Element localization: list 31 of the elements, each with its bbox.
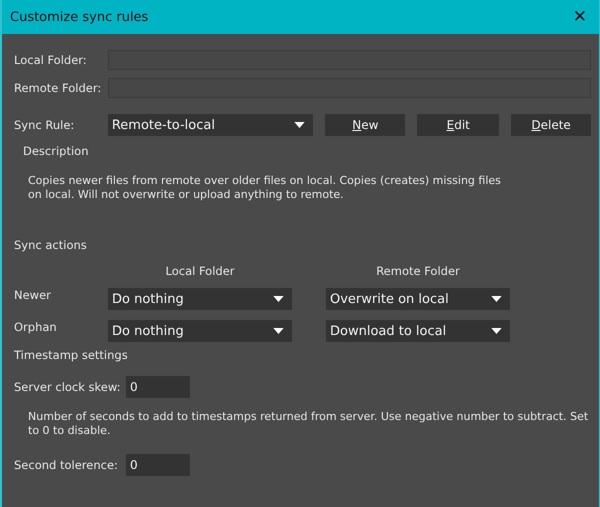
description-text: Copies newer files from remote over older files on local. Copies (creates) missing files on local. Will not overwrite or upload anything to remote.: [28, 174, 502, 202]
section-label: Sync actions: [14, 238, 88, 252]
dropdown[interactable]: Do nothing: [108, 288, 292, 310]
row-label: Orphan: [14, 320, 58, 334]
column-header: Local Folder: [164, 264, 236, 278]
row-label: Newer: [14, 288, 52, 302]
action-button[interactable]: Delete: [511, 114, 591, 136]
number-field[interactable]: 0: [126, 376, 190, 398]
action-button[interactable]: New: [325, 114, 406, 136]
dropdown[interactable]: Overwrite on local: [326, 288, 510, 310]
help-text: Number of seconds to add to timestamps returned from server. Use negative number to subtract. Set to 0 to disable.: [28, 410, 590, 438]
action-button[interactable]: Edit: [417, 114, 500, 136]
window-title: Customize sync rules: [10, 10, 148, 24]
number-field[interactable]: 0: [126, 454, 190, 476]
section-label: Timestamp settings: [14, 348, 129, 362]
dropdown[interactable]: Download to local: [326, 320, 510, 342]
column-header: Remote Folder: [375, 264, 461, 278]
field-label: Sync Rule:: [14, 118, 76, 132]
caret-icon: [273, 296, 284, 302]
field-label: Second tolerence:: [14, 458, 119, 472]
dropdown[interactable]: Remote-to-local: [108, 114, 314, 136]
field-label: Server clock skew:: [14, 380, 122, 394]
field-label: Remote Folder:: [14, 81, 102, 95]
field-label: Local Folder:: [14, 53, 88, 67]
caret-icon: [491, 328, 502, 334]
caret-icon: [294, 122, 306, 128]
section-label: Description: [23, 144, 90, 158]
dropdown[interactable]: Do nothing: [108, 320, 292, 342]
close-button[interactable]: ✕: [560, 0, 599, 34]
caret-icon: [491, 296, 502, 302]
caret-icon: [273, 328, 284, 334]
